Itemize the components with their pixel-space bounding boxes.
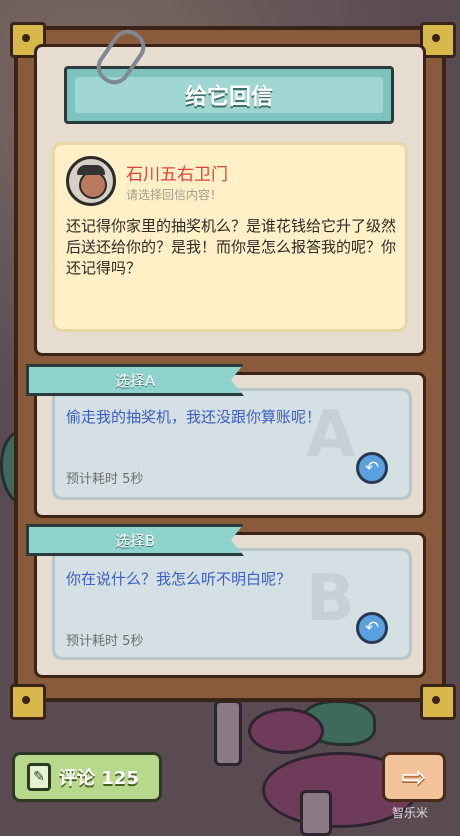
option-b-text[interactable]: 你在说什么？我怎么听不明白呢？ — [66, 568, 291, 589]
background-stem — [300, 790, 332, 836]
watermark: 智乐米 — [392, 806, 429, 820]
option-b-reply-button[interactable]: ↶ — [356, 612, 388, 644]
next-button[interactable]: ⇨ — [382, 752, 446, 802]
option-b-watermark: B — [306, 562, 355, 636]
option-a-time: 预计耗时 5秒 — [66, 472, 144, 487]
sender-name: 石川五右卫门 — [126, 165, 228, 185]
option-b-time: 预计耗时 5秒 — [66, 634, 144, 649]
option-a-reply-button[interactable]: ↶ — [356, 452, 388, 484]
option-b-label: 选择B — [114, 531, 156, 550]
comment-button[interactable]: ✎ 评论 125 — [12, 752, 162, 802]
reply-icon: ↶ — [364, 618, 380, 638]
choose-reply-hint: 请选择回信内容！ — [126, 188, 223, 202]
sender-avatar — [66, 156, 116, 206]
letter-message: 还记得你家里的抽奖机么？是谁花钱给它升了级然后送还给你的？是我！而你是怎么报答我… — [66, 217, 397, 277]
option-a-label: 选择A — [114, 371, 156, 390]
arrow-right-icon: ⇨ — [401, 759, 427, 795]
background-mushroom — [248, 708, 324, 754]
comment-icon: ✎ — [27, 763, 51, 791]
reply-icon: ↶ — [364, 458, 380, 478]
frame-corner — [10, 684, 46, 720]
background-post — [214, 700, 242, 766]
frame-corner — [420, 684, 456, 720]
comment-label: 评论 125 — [59, 768, 139, 789]
option-a-text[interactable]: 偷走我的抽奖机，我还没跟你算账呢！ — [66, 406, 321, 427]
page-title: 给它回信 — [184, 85, 273, 110]
